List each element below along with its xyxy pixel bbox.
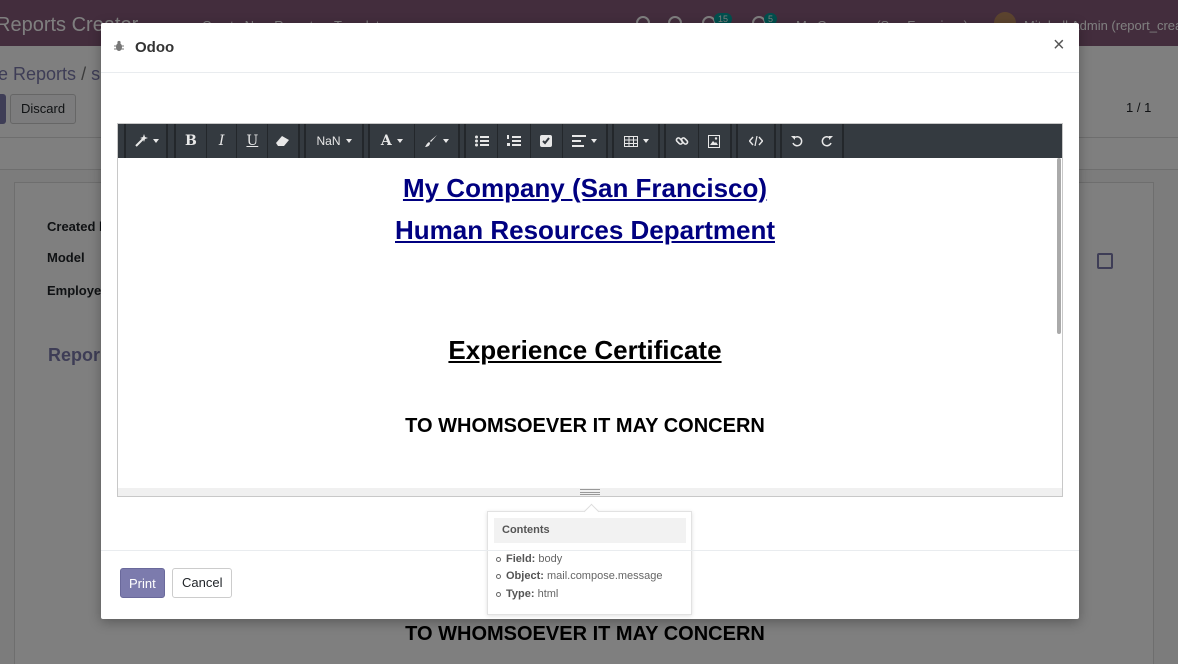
popover-title: Contents [494, 518, 686, 543]
print-dialog: Odoo × B I U NaN A My Company (San Franc… [101, 23, 1079, 619]
code-view-icon[interactable] [738, 124, 774, 158]
magic-wand-icon[interactable] [126, 124, 166, 158]
toolbar-group-paragraph [464, 124, 608, 158]
toolbar-group-font: B I U [174, 124, 300, 158]
editor-toolbar: B I U NaN A [118, 124, 1062, 158]
link-icon[interactable] [666, 124, 698, 158]
checklist-icon[interactable] [531, 124, 562, 158]
bullet-list-icon[interactable] [466, 124, 497, 158]
editor-content[interactable]: My Company (San Francisco) Human Resourc… [118, 158, 1062, 488]
numbered-list-icon[interactable] [498, 124, 529, 158]
dialog-header: Odoo × [101, 23, 1079, 73]
print-button[interactable]: Print [120, 568, 165, 598]
department-heading[interactable]: Human Resources Department [118, 215, 1052, 246]
italic-icon[interactable]: I [207, 124, 237, 158]
highlight-brush-icon[interactable] [414, 124, 458, 158]
bold-icon[interactable]: B [176, 124, 206, 158]
image-icon[interactable] [698, 124, 730, 158]
toolbar-group-table [612, 124, 660, 158]
editor-resize-handle[interactable] [118, 488, 1062, 496]
toolbar-group-history [780, 124, 844, 158]
font-size-value: NaN [316, 134, 341, 148]
eraser-icon[interactable] [268, 124, 298, 158]
bug-icon [114, 40, 124, 51]
toolbar-group-fontsize: NaN [304, 124, 364, 158]
undo-icon[interactable] [782, 124, 812, 158]
dialog-footer: Print Cancel [101, 550, 1079, 619]
html-editor: B I U NaN A My Company (San Francisco) H… [117, 123, 1063, 497]
toolbar-group-code [736, 124, 776, 158]
certificate-heading[interactable]: Experience Certificate [118, 335, 1052, 366]
cancel-button[interactable]: Cancel [172, 568, 233, 598]
concern-line[interactable]: TO WHOMSOEVER IT MAY CONCERN [118, 415, 1052, 438]
grip-icon[interactable] [580, 489, 600, 495]
toolbar-group-insert [664, 124, 732, 158]
font-color-icon[interactable]: A [370, 124, 414, 158]
redo-icon[interactable] [812, 124, 842, 158]
toolbar-group-color: A [368, 124, 460, 158]
close-icon[interactable]: × [1053, 34, 1065, 57]
dialog-title: Odoo [135, 39, 175, 56]
font-size-dropdown[interactable]: NaN [306, 124, 362, 158]
company-heading[interactable]: My Company (San Francisco) [118, 173, 1052, 204]
align-left-icon[interactable] [563, 124, 606, 158]
editor-scrollbar[interactable] [1057, 158, 1061, 334]
underline-icon[interactable]: U [237, 124, 267, 158]
toolbar-group-style [124, 124, 168, 158]
table-icon[interactable] [614, 124, 658, 158]
